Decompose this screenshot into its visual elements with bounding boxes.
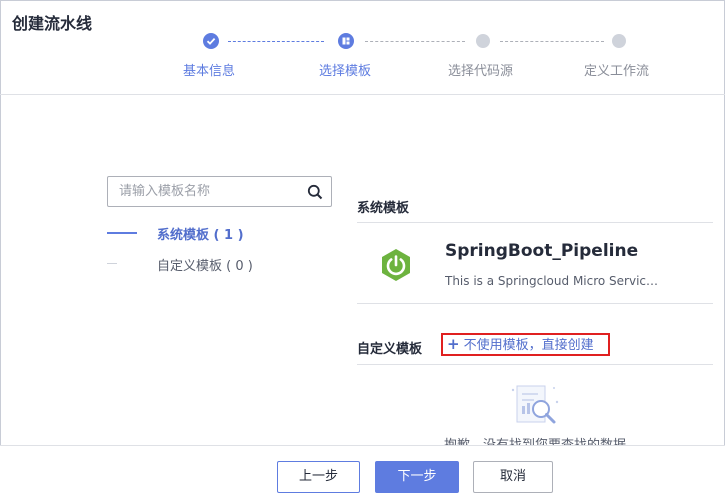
category-active-indicator	[107, 232, 137, 234]
step-1-label: 基本信息	[183, 64, 236, 79]
system-templates-title: 系统模板	[357, 201, 410, 216]
step-4-node	[612, 34, 626, 48]
template-search-input[interactable]	[108, 177, 293, 206]
template-icon	[342, 37, 350, 45]
category-system-label: 系统模板 ( 1 )	[157, 228, 244, 243]
dialog-footer: 上一步 下一步 取消	[0, 445, 725, 504]
step-4-label: 定义工作流	[584, 64, 650, 79]
search-icon[interactable]	[307, 184, 323, 200]
spring-power-icon	[382, 249, 410, 281]
template-description: This is a Springcloud Micro Service Te..…	[445, 274, 660, 288]
custom-templates-title: 自定义模板	[357, 342, 423, 357]
category-custom[interactable]: 自定义模板 ( 0 )	[107, 253, 307, 275]
template-card[interactable]: SpringBoot_Pipeline This is a Springclou…	[357, 222, 713, 304]
divider	[357, 364, 713, 365]
step-2-label: 选择模板	[319, 64, 372, 79]
step-3-node	[476, 34, 490, 48]
next-step-button[interactable]: 下一步	[375, 461, 459, 493]
empty-data-icon	[511, 385, 559, 424]
check-icon	[206, 37, 216, 45]
step-connector-3	[500, 41, 604, 42]
category-indicator	[107, 263, 117, 264]
create-without-template-link[interactable]: + 不使用模板，直接创建	[441, 333, 610, 356]
category-system[interactable]: 系统模板 ( 1 )	[107, 222, 307, 244]
create-without-template-label: 不使用模板，直接创建	[463, 338, 594, 353]
template-name: SpringBoot_Pipeline	[445, 241, 639, 261]
cancel-button[interactable]: 取消	[473, 461, 553, 493]
previous-step-button[interactable]: 上一步	[277, 461, 360, 493]
step-2-node	[338, 33, 354, 49]
category-custom-label: 自定义模板 ( 0 )	[157, 259, 253, 274]
step-1-node	[203, 33, 219, 49]
template-search	[107, 176, 332, 207]
dialog-header: 创建流水线 基本信息 选择模板 选择代码源 定义工作流	[0, 0, 725, 95]
plus-icon: +	[447, 335, 460, 353]
step-connector-2	[365, 41, 465, 42]
dialog-title: 创建流水线	[12, 14, 93, 33]
step-3-label: 选择代码源	[448, 64, 514, 79]
step-connector-1	[228, 41, 324, 42]
